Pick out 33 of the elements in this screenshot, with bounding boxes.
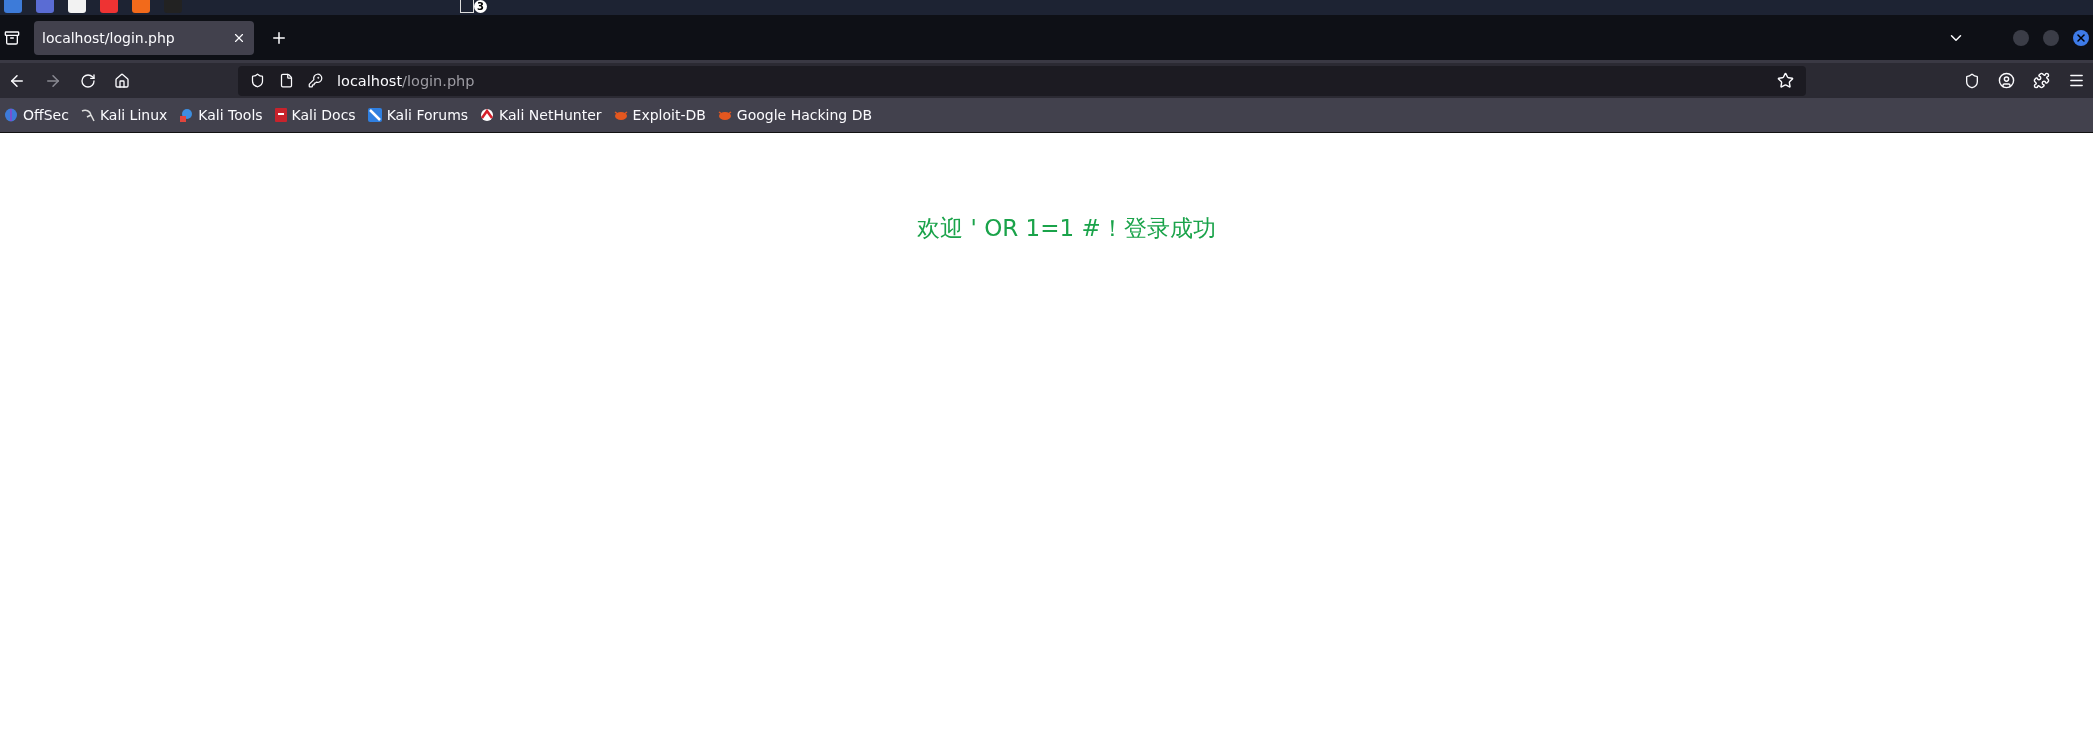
home-button[interactable]	[114, 72, 130, 89]
account-button[interactable]	[1998, 72, 2015, 89]
extensions-button[interactable]	[2033, 72, 2050, 89]
bookmark-link[interactable]: OffSec	[23, 107, 69, 123]
page-icon	[279, 73, 294, 88]
book-icon	[274, 108, 287, 122]
pocket-button[interactable]	[1964, 72, 1980, 89]
close-icon	[2075, 31, 2087, 44]
bookmark-link[interactable]: Kali NetHunter	[499, 107, 602, 123]
reload-button[interactable]	[80, 72, 96, 89]
key-icon	[308, 73, 323, 88]
window-icon[interactable]	[460, 0, 474, 13]
bookmark-link[interactable]: Google Hacking DB	[736, 107, 873, 123]
menu-button[interactable]	[2068, 72, 2085, 89]
tools-icon	[179, 108, 194, 122]
address-bar[interactable]: localhost/login.php	[238, 65, 1806, 96]
bookmark-link[interactable]: Kali Docs	[291, 107, 356, 123]
bug-icon	[717, 109, 732, 121]
success-message: 欢迎 ' OR 1=1 #！登录成功	[917, 214, 1216, 243]
nethunter-icon	[480, 108, 495, 122]
bookmark-link[interactable]: Kali Linux	[99, 107, 168, 123]
close-button[interactable]	[2073, 29, 2089, 46]
window-count-badge: 3	[474, 0, 487, 13]
bookmark-star-button[interactable]	[1777, 72, 1794, 89]
url-text: localhost/login.php	[337, 72, 475, 89]
bug-icon	[613, 109, 628, 121]
bookmark-link[interactable]: Exploit-DB	[632, 107, 706, 123]
bookmark-link[interactable]: Kali Tools	[198, 107, 263, 123]
shield-icon	[250, 73, 265, 88]
tab-list-button[interactable]	[4, 29, 20, 46]
forum-icon	[367, 108, 382, 122]
bookmark-link[interactable]: Kali Forums	[386, 107, 469, 123]
browser-tab[interactable]: localhost/login.php	[34, 20, 254, 55]
